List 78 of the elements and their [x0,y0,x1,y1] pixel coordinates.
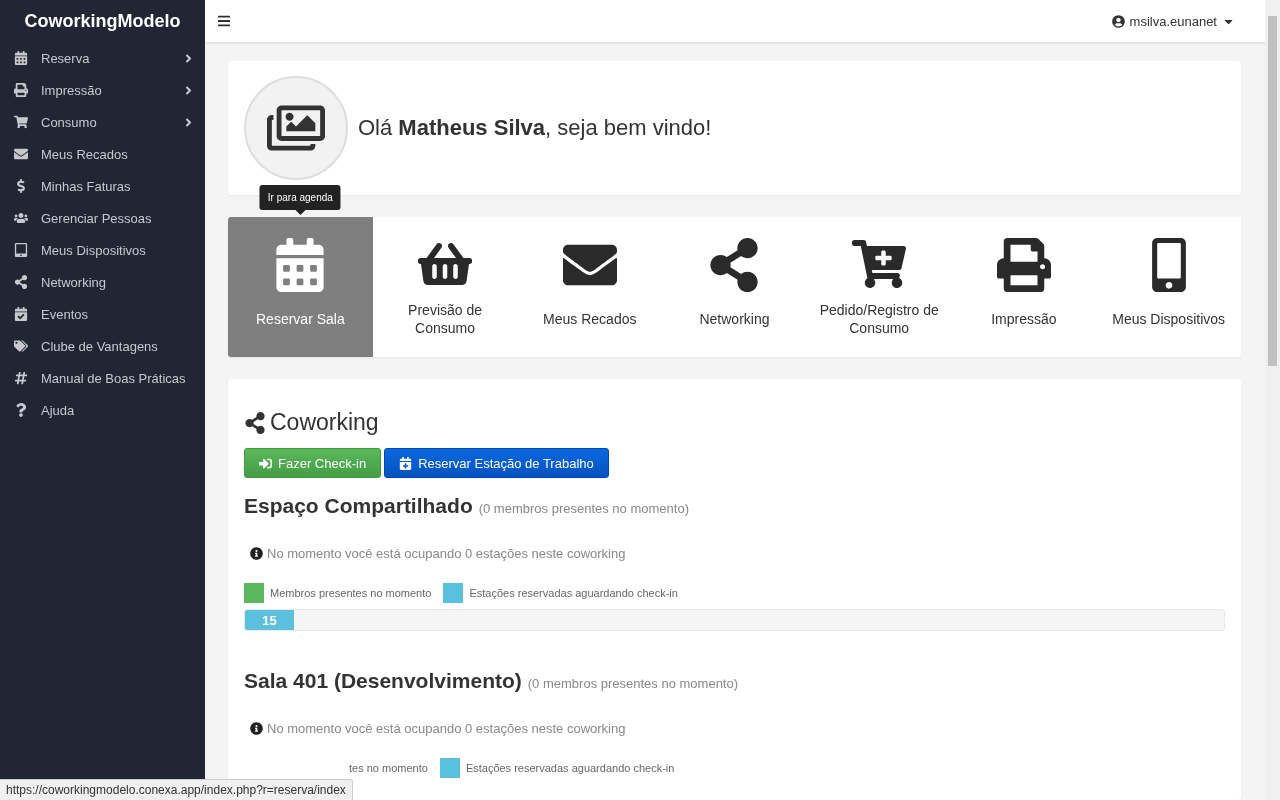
sidebar-label: Networking [41,274,108,290]
sign-in-icon [259,456,272,470]
shortcut-tile[interactable]: Pedido/Registro de Consumo [806,217,952,357]
sidebar-item[interactable]: Reserva [0,42,205,74]
shortcut-label: Reservar Sala [255,309,346,329]
sidebar-label: Impressão [41,82,103,98]
sidebar-label: Minhas Faturas [41,178,132,194]
shortcut-label: Meus Dispositivos [1111,309,1227,329]
shortcut-tile[interactable]: Networking [662,217,807,357]
user-icon [1111,14,1125,28]
sidebar-item[interactable]: Networking [0,266,205,298]
printer-icon [996,238,1051,292]
members-count: (0 membros presentes no momento) [527,676,739,691]
members-count: (0 membros presentes no momento) [478,501,689,516]
calendar-plus-icon [399,456,413,470]
sidebar-item[interactable]: Eventos [0,298,205,330]
shortcut-label: Networking [698,309,771,329]
sidebar-item[interactable]: Impressão [0,74,205,106]
legend-label: Membros presentes no momento [270,587,432,599]
tablet-icon [14,243,28,257]
action-button[interactable]: Reservar Estação de Trabalho [384,448,609,478]
info-text: No momento você está ocupando 0 estações neste coworking [267,546,626,561]
envelope-icon [14,147,28,161]
people-icon [14,211,28,225]
shortcut-label: Previsão de Consumo [407,300,484,338]
brand-logo[interactable]: CoworkingModelo [0,0,205,42]
sidebar-label: Consumo [41,114,98,130]
sidebar-label: Reserva [41,50,91,66]
shortcut-tile[interactable]: Meus Dispositivos [1096,217,1241,357]
question-icon [14,403,28,417]
legend-label: tes no momento [349,762,428,774]
cart-icon [14,115,28,129]
shortcut-tile[interactable]: Impressão [951,217,1097,357]
scrollbar-thumb[interactable] [1268,16,1277,366]
info-icon [250,722,263,735]
shortcut-tile[interactable]: Previsão de Consumo [372,217,518,357]
menu-icon[interactable] [217,14,231,28]
shortcut-tile[interactable]: Meus Recados [517,217,663,357]
room-title: Sala 401 (Desenvolvimento) [244,669,522,693]
sidebar-label: Eventos [41,306,89,322]
dollar-icon [14,179,28,193]
sidebar-item[interactable]: Clube de Vantagens [0,330,205,362]
occupancy-fill: 15 [245,610,294,630]
sidebar-label: Clube de Vantagens [41,338,159,354]
sidebar-item[interactable]: Meus Dispositivos [0,234,205,266]
welcome-text: Olá Matheus Silva, seja bem vindo! [358,115,712,141]
sidebar-item[interactable]: Manual de Boas Práticas [0,362,205,394]
sidebar-item[interactable]: Ajuda [0,394,205,426]
share-icon [14,275,28,289]
printer-icon [14,83,28,97]
sidebar-item[interactable]: Meus Recados [0,138,205,170]
scrollbar[interactable] [1265,0,1280,800]
section-title: Coworking [270,409,379,436]
sidebar-label: Meus Recados [41,146,129,162]
tooltip: Ir para agenda [259,185,341,210]
calendar-check-icon [14,307,28,321]
sidebar-item[interactable]: Consumo [0,106,205,138]
sidebar-label: Gerenciar Pessoas [41,210,153,226]
status-url: https://coworkingmodelo.conexa.app/index.php?r=reserva/index [0,779,353,800]
user-menu[interactable]: msilva.eunanet [1111,13,1235,29]
tooltip-arrow-icon [295,210,306,215]
info-icon [250,547,263,560]
info-text: No momento você está ocupando 0 estações neste coworking [267,721,626,736]
room-title: Espaço Compartilhado [244,494,473,518]
sidebar-label: Manual de Boas Práticas [41,370,187,386]
sidebar-item[interactable]: Minhas Faturas [0,170,205,202]
hashtag-icon [14,371,28,385]
shortcut-label: Pedido/Registro de Consumo [818,300,940,338]
share-icon [244,411,266,434]
calendar-icon [14,51,28,65]
legend-label: Estações reservadas aguardando check-in [465,762,675,774]
legend-label: Estações reservadas aguardando check-in [469,587,678,599]
shortcut-label: Impressão [990,309,1058,329]
tags-icon [14,339,28,353]
sidebar-item[interactable]: Gerenciar Pessoas [0,202,205,234]
shortcut-label: Meus Recados [542,309,638,329]
sidebar-label: Meus Dispositivos [41,242,147,258]
sidebar-label: Ajuda [41,402,76,418]
